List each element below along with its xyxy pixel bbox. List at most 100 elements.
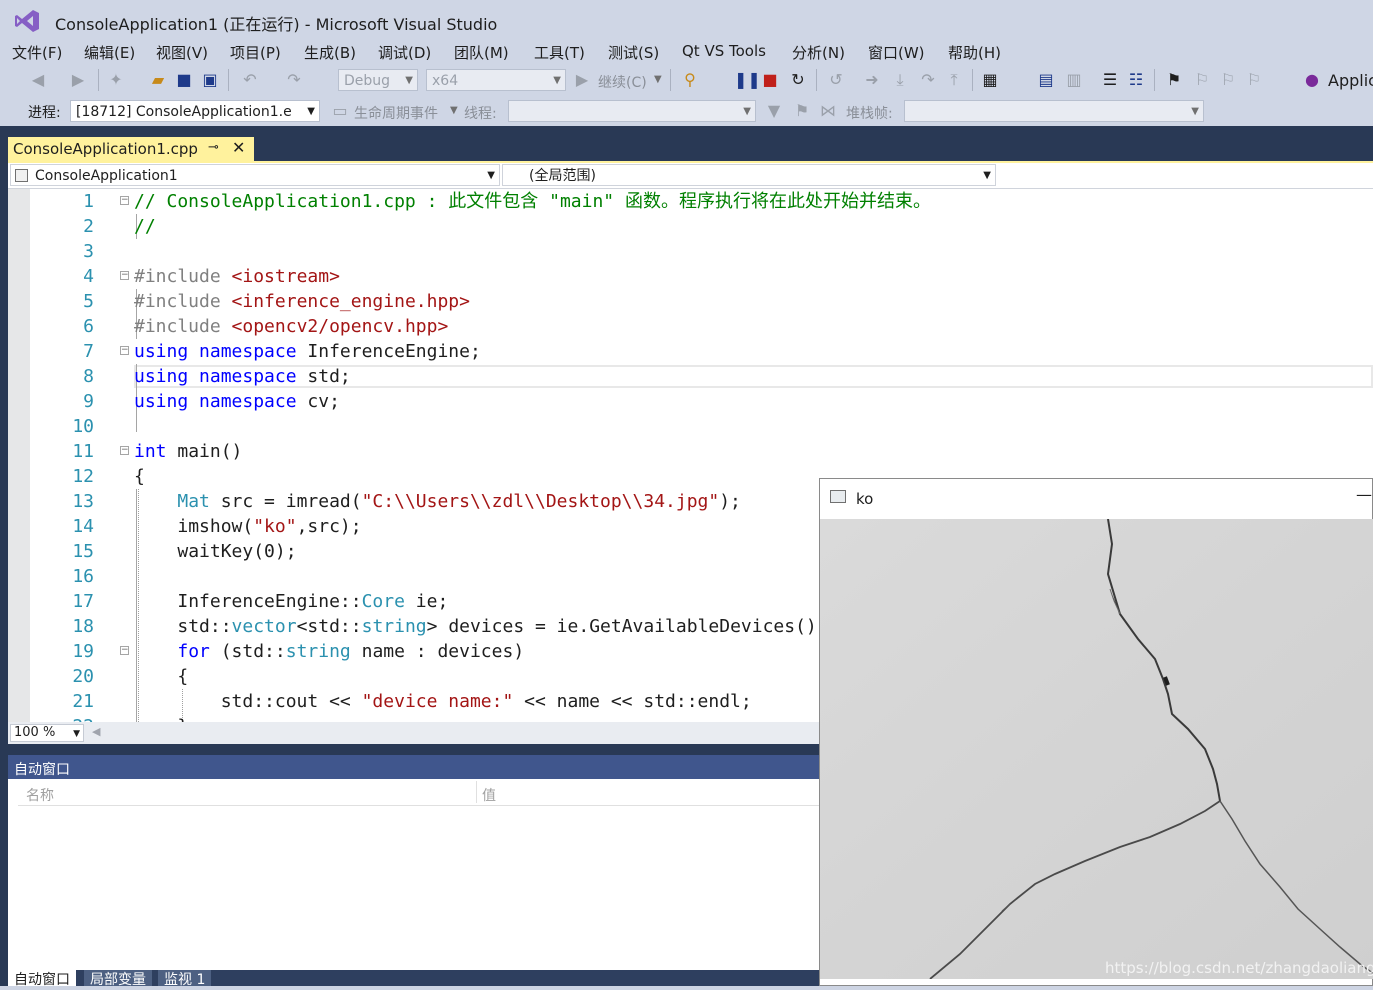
stackframe-combo[interactable]: ▼ [904,100,1204,122]
menu-test[interactable]: 测试(S) [608,42,659,63]
code-line[interactable]: 1 − // ConsoleApplication1.cpp : 此文件包含 "… [8,189,1373,214]
lifecycle-events-button[interactable]: 生命周期事件 [354,103,438,123]
play-icon[interactable]: ▶ [572,70,592,90]
menu-qt-vs-tools[interactable]: Qt VS Tools [682,42,766,60]
step-out-icon[interactable]: ⤒ [944,70,964,90]
menu-file[interactable]: 文件(F) [12,42,62,63]
line-number: 13 [72,491,94,512]
indent-icon[interactable]: ☰ [1100,70,1120,90]
save-icon[interactable]: ■ [174,70,194,90]
code-line[interactable]: 2 // [8,214,1373,239]
minimize-button[interactable]: — [1356,485,1372,504]
line-number: 11 [72,441,94,462]
collapse-icon[interactable]: − [120,271,129,280]
menu-analyze[interactable]: 分析(N) [792,42,845,63]
menu-window[interactable]: 窗口(W) [868,42,925,63]
column-divider[interactable] [476,781,477,803]
brace-token: { [134,466,145,487]
collapse-icon[interactable]: − [120,196,129,205]
code-line[interactable]: 7 − using namespace InferenceEngine; [8,339,1373,364]
menu-build[interactable]: 生成(B) [304,42,356,63]
scope-combo[interactable]: (全局范围) ▼ [502,164,996,186]
menu-team[interactable]: 团队(M) [454,42,509,63]
lifecycle-events-icon[interactable]: ▭ [330,101,350,121]
lightbulb-icon[interactable]: ● [1302,70,1322,90]
menu-tools[interactable]: 工具(T) [534,42,585,63]
forward-icon[interactable]: ▶ [68,70,88,90]
uncomment-icon[interactable]: ▥ [1064,70,1084,90]
solution-config-combo[interactable]: Debug ▼ [338,69,418,91]
column-header-name[interactable]: 名称 [26,785,54,805]
back-icon[interactable]: ◀ [28,70,48,90]
image-window[interactable]: ko — https://blog.csdn.net/zhangdaoliang… [819,478,1373,986]
show-threads-icon[interactable]: ⋈ [818,101,838,121]
string-token: "device name:" [361,691,514,712]
menu-help[interactable]: 帮助(H) [948,42,1001,63]
scroll-left-icon[interactable]: ◀ [92,725,100,738]
collapse-icon[interactable]: − [120,346,129,355]
line-number: 15 [72,541,94,562]
line-number: 19 [72,641,94,662]
save-all-icon[interactable]: ▣ [200,70,220,90]
code-line[interactable]: 3 [8,239,1373,264]
hex-display-icon[interactable]: ▦ [980,70,1000,90]
step-over-icon[interactable]: ↷ [918,70,938,90]
code-line[interactable]: 8 using namespace std; [8,364,1373,389]
show-next-statement-icon[interactable]: ➜ [862,70,882,90]
break-all-icon[interactable]: ❚❚ [734,70,761,90]
menu-edit[interactable]: 编辑(E) [84,42,135,63]
prev-bookmark-icon[interactable]: ⚐ [1192,70,1212,90]
next-bookmark-icon[interactable]: ⚐ [1218,70,1238,90]
restart-icon[interactable]: ↻ [788,70,808,90]
tab-locals[interactable]: 局部变量 [84,970,152,988]
thread-combo[interactable]: ▼ [508,100,756,122]
keyword-token: int [134,441,167,462]
code-token: (std:: [209,641,286,662]
platform-combo[interactable]: x64 ▼ [426,69,566,91]
hot-reload-icon[interactable]: ↺ [826,70,846,90]
menu-debug[interactable]: 调试(D) [378,42,431,63]
menu-project[interactable]: 项目(P) [230,42,281,63]
open-folder-icon[interactable]: ▰ [148,70,168,90]
line-number: 10 [72,416,94,437]
menu-view[interactable]: 视图(V) [156,42,208,63]
bookmark-icon[interactable]: ⚑ [1164,70,1184,90]
step-into-icon[interactable]: ⤓ [890,70,910,90]
code-line[interactable]: 11 − int main() [8,439,1373,464]
pin-icon[interactable]: ⊸ [208,140,219,155]
clear-bookmarks-icon[interactable]: ⚐ [1244,70,1264,90]
stackframe-label: 堆栈帧: [846,106,893,122]
new-item-icon[interactable]: ✦ [106,70,126,90]
collapse-icon[interactable]: − [120,446,129,455]
column-header-value[interactable]: 值 [482,785,496,805]
code-token: <std:: [296,616,362,637]
zoom-combo[interactable]: 100 % ▼ [10,724,84,742]
process-combo[interactable]: [18712] ConsoleApplication1.e ▼ [70,100,320,122]
document-tab[interactable]: ConsoleApplication1.cpp ⊸ ✕ [8,137,254,161]
tab-autos[interactable]: 自动窗口 [8,970,76,988]
filter-icon[interactable]: ▼ [764,101,784,121]
project-combo[interactable]: ConsoleApplication1 ▼ [10,164,500,186]
comment-token: // [134,216,156,237]
tab-watch-1[interactable]: 监视 1 [158,970,212,988]
code-line[interactable]: 9 using namespace cv; [8,389,1373,414]
line-number: 17 [72,591,94,612]
code-line[interactable]: 4 − #include <iostream> [8,264,1373,289]
undo-icon[interactable]: ↶ [240,70,260,90]
outdent-icon[interactable]: ☷ [1126,70,1146,90]
close-icon[interactable]: ✕ [232,138,245,157]
code-line[interactable]: 10 [8,414,1373,439]
collapse-icon[interactable]: − [120,646,129,655]
comment-icon[interactable]: ▤ [1036,70,1056,90]
app-label[interactable]: Applic [1328,71,1373,90]
type-token: vector [231,616,297,637]
preprocessor-token: #include [134,316,232,337]
continue-button[interactable]: 继续(C) [598,72,647,92]
attach-process-icon[interactable]: ⚲ [680,70,700,90]
stop-debugging-icon[interactable]: ■ [760,70,780,90]
filter-flag-icon[interactable]: ⚑ [792,101,812,121]
line-number: 18 [72,616,94,637]
redo-icon[interactable]: ↷ [284,70,304,90]
code-line[interactable]: 6 #include <opencv2/opencv.hpp> [8,314,1373,339]
code-line[interactable]: 5 #include <inference_engine.hpp> [8,289,1373,314]
